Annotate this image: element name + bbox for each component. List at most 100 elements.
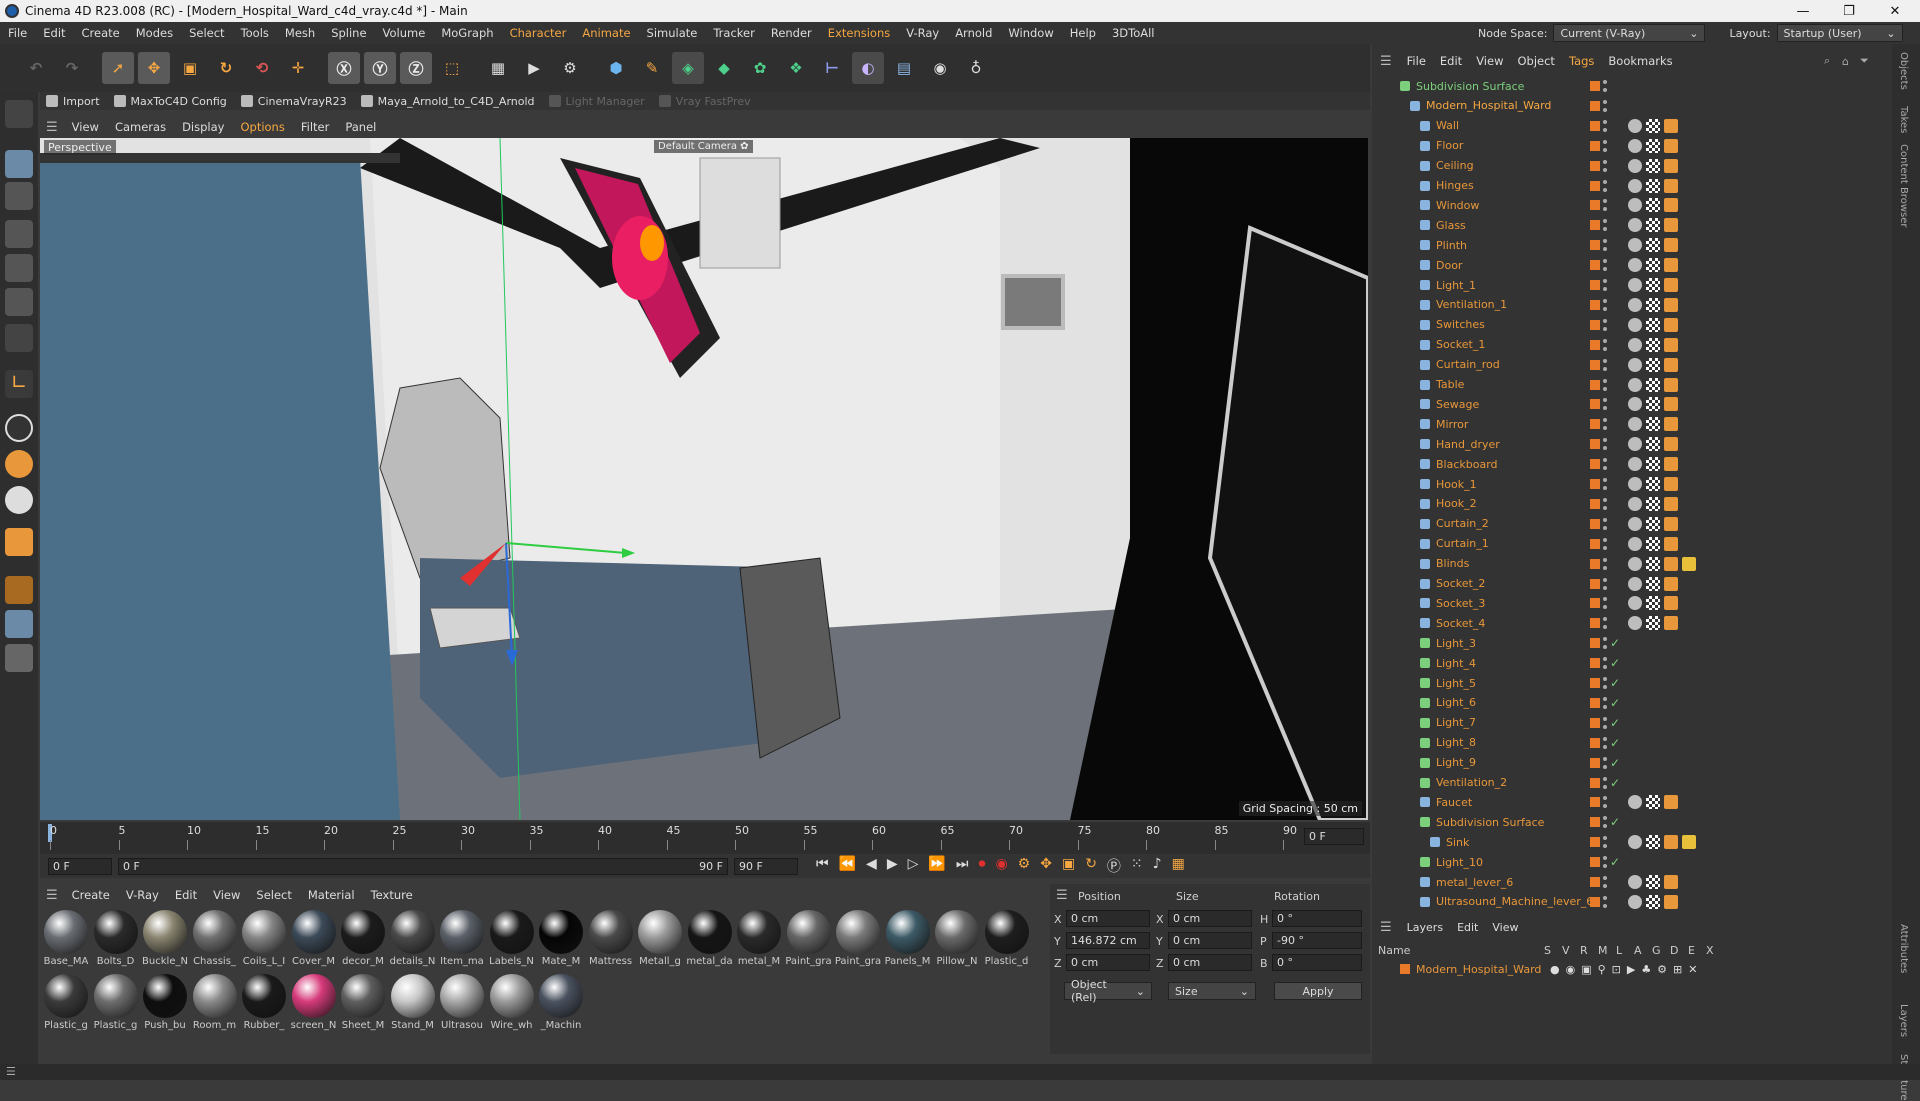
menu-animate[interactable]: Animate	[574, 26, 638, 40]
visibility-dots-icon[interactable]	[1603, 796, 1607, 809]
material-swatch[interactable]: details_N	[389, 910, 437, 972]
layer-color-swatch[interactable]	[1590, 339, 1600, 350]
phong-tag-icon[interactable]	[1664, 377, 1678, 392]
visibility-dots-icon[interactable]	[1603, 378, 1607, 391]
menu-file[interactable]: File	[0, 26, 35, 40]
menu-tools[interactable]: Tools	[233, 26, 277, 40]
visibility-dots-icon[interactable]	[1603, 318, 1607, 331]
visibility-dots-icon[interactable]	[1603, 736, 1607, 749]
shelf-item-import[interactable]: Import	[46, 95, 108, 108]
side-tab-content-browser[interactable]: Content Browser	[1898, 144, 1909, 227]
texture-tag-icon[interactable]	[1646, 278, 1660, 292]
visibility-dots-icon[interactable]	[1603, 776, 1607, 789]
material-swatch[interactable]: Coils_L_I	[240, 910, 288, 972]
snap-settings-icon[interactable]	[5, 450, 33, 478]
texture-tag-icon[interactable]	[1646, 795, 1660, 810]
object-row[interactable]: Hook_2	[1372, 494, 1882, 514]
layer-color-swatch[interactable]	[1590, 120, 1600, 131]
layer-color-swatch[interactable]	[1590, 697, 1600, 708]
spline-pen-icon[interactable]: ✎	[636, 52, 668, 84]
visibility-dots-icon[interactable]	[1603, 338, 1607, 351]
side-tab-attributes[interactable]: Attributes	[1898, 924, 1909, 973]
vray-tag-icon[interactable]	[1628, 437, 1642, 452]
layer-color-swatch[interactable]	[1590, 777, 1600, 788]
vray-tag-icon[interactable]	[1628, 218, 1642, 233]
layer-color-swatch[interactable]	[1590, 280, 1600, 290]
object-row[interactable]: Ventilation_1	[1372, 295, 1882, 315]
vray-tag-icon[interactable]	[1628, 377, 1642, 392]
vray-tag-icon[interactable]	[1628, 536, 1642, 551]
render-settings-icon[interactable]: ⚙	[554, 52, 586, 84]
layer-menu-view[interactable]: View	[1485, 921, 1525, 934]
visibility-dots-icon[interactable]	[1603, 657, 1607, 670]
key-parameter-icon[interactable]: Ⓟ	[1107, 856, 1121, 876]
object-row[interactable]: Socket_2	[1372, 574, 1882, 594]
phong-tag-icon[interactable]	[1664, 536, 1678, 551]
play-icon[interactable]: ▶	[887, 856, 898, 876]
material-swatch[interactable]: Mate_M	[537, 910, 585, 972]
enabled-check-icon[interactable]: ✓	[1610, 716, 1620, 730]
layer-color-swatch[interactable]	[1590, 160, 1600, 171]
material-menu-material[interactable]: Material	[300, 888, 363, 902]
vray-tag-icon[interactable]	[1628, 278, 1642, 292]
object-row[interactable]: metal_lever_6	[1372, 872, 1882, 892]
material-swatch[interactable]: Pillow_N	[933, 910, 981, 972]
visibility-dots-icon[interactable]	[1603, 199, 1607, 212]
visibility-dots-icon[interactable]	[1603, 139, 1607, 152]
object-row[interactable]: Plinth	[1372, 235, 1882, 255]
layer-color-swatch[interactable]	[1590, 817, 1600, 828]
visibility-dots-icon[interactable]	[1603, 895, 1607, 908]
hamburger-icon[interactable]: ☰	[40, 120, 64, 135]
enabled-check-icon[interactable]: ✓	[1610, 676, 1620, 690]
layer-color-swatch[interactable]	[1590, 678, 1600, 688]
material-swatch[interactable]: _Machin	[537, 974, 585, 1036]
visibility-dots-icon[interactable]	[1603, 577, 1607, 590]
object-row[interactable]: Light_3 ✓	[1372, 633, 1882, 653]
position-field[interactable]: 0 cm	[1066, 954, 1150, 971]
layer-column-header[interactable]: A	[1634, 944, 1642, 957]
material-swatch[interactable]: Wire_wh	[488, 974, 536, 1036]
viewport-menu-display[interactable]: Display	[174, 120, 232, 134]
object-row[interactable]: Subdivision Surface	[1372, 76, 1882, 96]
texture-tag-icon[interactable]	[1646, 238, 1660, 253]
object-row[interactable]: Door	[1372, 255, 1882, 275]
layer-color-swatch[interactable]	[1590, 200, 1600, 211]
side-tab-objects[interactable]: Objects	[1898, 52, 1909, 90]
texture-tag-icon[interactable]	[1646, 258, 1660, 273]
vray-tag-icon[interactable]	[1628, 178, 1642, 193]
visibility-dots-icon[interactable]	[1603, 497, 1607, 510]
phong-tag-icon[interactable]	[1664, 795, 1678, 810]
layer-color-swatch[interactable]	[1590, 757, 1600, 768]
menu-volume[interactable]: Volume	[375, 26, 434, 40]
object-row[interactable]: Curtain_1	[1372, 534, 1882, 554]
object-row[interactable]: Sewage	[1372, 394, 1882, 414]
object-row[interactable]: Window	[1372, 195, 1882, 215]
phong-tag-icon[interactable]	[1664, 397, 1678, 412]
vray-tag-icon[interactable]	[1628, 397, 1642, 412]
material-swatch[interactable]: Sheet_M	[339, 974, 387, 1036]
texture-tag-icon[interactable]	[1646, 297, 1660, 312]
hamburger-icon[interactable]: ☰	[40, 888, 64, 903]
object-row[interactable]: Light_5 ✓	[1372, 673, 1882, 693]
menu-mesh[interactable]: Mesh	[277, 26, 323, 40]
axis-mode-icon[interactable]: ∟	[5, 370, 33, 398]
visibility-dots-icon[interactable]	[1603, 597, 1607, 610]
restore-button[interactable]: ❐	[1826, 0, 1872, 22]
layer-column-header[interactable]: G	[1652, 944, 1661, 957]
vray-tag-icon[interactable]	[1628, 158, 1642, 173]
object-row[interactable]: Light_1	[1372, 275, 1882, 295]
enabled-check-icon[interactable]: ✓	[1610, 636, 1620, 650]
object-row[interactable]: Light_9 ✓	[1372, 753, 1882, 773]
go-to-end-icon[interactable]: ⏭	[956, 856, 969, 876]
x-axis-lock-icon[interactable]: Ⓧ	[328, 52, 360, 84]
visibility-dots-icon[interactable]	[1603, 80, 1607, 92]
layer-color-swatch[interactable]	[1590, 399, 1600, 410]
layer-color-swatch[interactable]	[1590, 658, 1600, 669]
object-row[interactable]: Socket_4	[1372, 613, 1882, 633]
menu-select[interactable]: Select	[181, 26, 232, 40]
timeline-end-field[interactable]: 0 F	[1304, 828, 1364, 845]
create-tool-icon[interactable]: ✛	[282, 52, 314, 84]
phong-tag-icon[interactable]	[1664, 258, 1678, 273]
material-swatch[interactable]: Chassis_	[191, 910, 239, 972]
viewport-menu-panel[interactable]: Panel	[337, 120, 384, 134]
